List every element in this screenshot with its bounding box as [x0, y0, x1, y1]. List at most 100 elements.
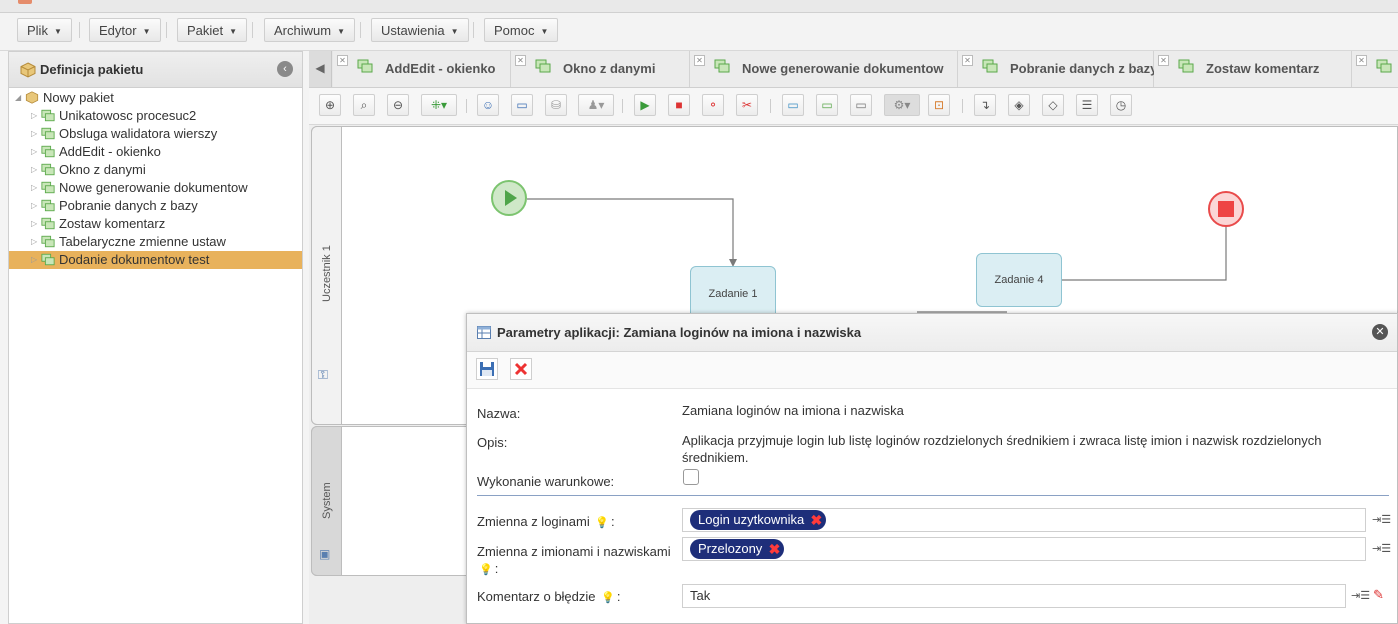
- close-icon[interactable]: ✕: [1372, 324, 1388, 340]
- logins-variable-field[interactable]: Login uzytkownika ✖: [682, 508, 1366, 532]
- close-tab-icon[interactable]: ✕: [694, 55, 705, 66]
- close-tab-icon[interactable]: ✕: [337, 55, 348, 66]
- name-label: Nazwa:: [477, 406, 521, 421]
- start-event-icon[interactable]: ▶: [634, 94, 656, 116]
- tree-item[interactable]: ▷ Obsluga walidatora wierszy: [9, 125, 302, 143]
- hint-bulb-icon[interactable]: 💡: [595, 516, 609, 529]
- tab-process[interactable]: ✕ Zostaw komentarz: [1154, 51, 1352, 87]
- tree-item[interactable]: ▷ AddEdit - okienko: [9, 143, 302, 161]
- tab-process[interactable]: ✕ Nowe generowanie dokumentow: [690, 51, 958, 87]
- tree-root[interactable]: ◢ Nowy pakiet: [9, 89, 302, 107]
- menu-pakiet[interactable]: Pakiet ▼: [177, 18, 248, 42]
- caret-down-icon: ▼: [450, 26, 459, 36]
- menu-archiwum[interactable]: Archiwum ▼: [264, 18, 355, 42]
- tree-item[interactable]: ▷ Okno z danymi: [9, 161, 302, 179]
- expand-arrow-icon[interactable]: ◢: [15, 89, 21, 107]
- end-event[interactable]: [1208, 191, 1244, 227]
- zoom-reset-icon[interactable]: ⌕: [353, 94, 375, 116]
- start-event[interactable]: [491, 180, 527, 216]
- hint-bulb-icon[interactable]: 💡: [479, 562, 493, 579]
- user-dropdown-icon[interactable]: ♟▾: [578, 94, 614, 116]
- expand-arrow-icon[interactable]: ▷: [31, 215, 37, 233]
- tab-scroll-left-icon[interactable]: ◀: [309, 51, 332, 87]
- tab-process[interactable]: ✕ AddEdit - okienko: [333, 51, 511, 87]
- expand-arrow-icon[interactable]: ▷: [31, 161, 37, 179]
- menu-plik[interactable]: Plik ▼: [17, 18, 72, 42]
- conditional-checkbox[interactable]: [683, 469, 699, 485]
- save-button[interactable]: [476, 358, 498, 380]
- error-comment-field[interactable]: Tak: [682, 584, 1346, 608]
- remove-chip-icon[interactable]: ✖: [811, 510, 823, 530]
- tree-item[interactable]: ▷ Zostaw komentarz: [9, 215, 302, 233]
- toolbar-separator: [962, 99, 963, 113]
- transition-icon[interactable]: ↴: [974, 94, 996, 116]
- expand-arrow-icon[interactable]: ▷: [31, 233, 37, 251]
- chip-label: Login uzytkownika: [698, 512, 805, 527]
- block-icon[interactable]: ⊡: [928, 94, 950, 116]
- gateway-xor-icon[interactable]: ◈: [1008, 94, 1030, 116]
- names-variable-label: Zmienna z imionami i nazwiskami 💡:: [477, 543, 677, 579]
- close-tab-icon[interactable]: ✕: [1356, 55, 1367, 66]
- expand-arrow-icon[interactable]: ▷: [31, 125, 37, 143]
- database-icon[interactable]: ⛁: [545, 94, 567, 116]
- close-tab-icon[interactable]: ✕: [515, 55, 526, 66]
- tab-process[interactable]: ✕ Pobranie danych z bazy: [958, 51, 1158, 87]
- names-variable-field[interactable]: Przelozony ✖: [682, 537, 1366, 561]
- tree-item[interactable]: ▷ Nowe generowanie dokumentow: [9, 179, 302, 197]
- zoom-out-icon[interactable]: ⊖: [387, 94, 409, 116]
- insert-variable-icon[interactable]: ⇥☰: [1372, 513, 1391, 526]
- clear-field-icon[interactable]: ✎: [1373, 587, 1384, 603]
- close-tab-icon[interactable]: ✕: [962, 55, 973, 66]
- system-icon[interactable]: ▭: [511, 94, 533, 116]
- expand-arrow-icon[interactable]: ▷: [31, 197, 37, 215]
- close-tab-icon[interactable]: ✕: [1158, 55, 1169, 66]
- tree-item-label: Okno z danymi: [59, 162, 146, 177]
- remove-chip-icon[interactable]: ✖: [769, 539, 781, 559]
- toolbar-separator: [622, 99, 623, 113]
- lane-header-system[interactable]: System ▣: [311, 426, 342, 576]
- process-icon: [714, 59, 730, 73]
- gateway-and-icon[interactable]: ◇: [1042, 94, 1064, 116]
- tree-item[interactable]: ▷ Pobranie danych z bazy: [9, 197, 302, 215]
- tab-process[interactable]: ✕Ta: [1352, 51, 1398, 87]
- subflow-icon[interactable]: ✂: [736, 94, 758, 116]
- conditional-label: Wykonanie warunkowe:: [477, 474, 615, 489]
- toolbar-separator: [770, 99, 771, 113]
- package-icon: [25, 91, 39, 104]
- end-event-icon[interactable]: ■: [668, 94, 690, 116]
- task-blue-icon[interactable]: ▭: [782, 94, 804, 116]
- variable-chip[interactable]: Login uzytkownika ✖: [690, 510, 827, 530]
- variable-chip[interactable]: Przelozony ✖: [690, 539, 785, 559]
- dialog-header: Parametry aplikacji: Zamiana loginów na …: [467, 314, 1397, 352]
- tree-item[interactable]: ▷ Unikatowosc procesuc2: [9, 107, 302, 125]
- tab-label: Pobranie danych z bazy: [1010, 61, 1158, 76]
- expand-arrow-icon[interactable]: ▷: [31, 179, 37, 197]
- timer-icon[interactable]: ◷: [1110, 94, 1132, 116]
- tree-item[interactable]: ▷ Tabelaryczne zmienne ustaw: [9, 233, 302, 251]
- expand-arrow-icon[interactable]: ▷: [31, 107, 37, 125]
- menu-ustawienia[interactable]: Ustawienia ▼: [371, 18, 469, 42]
- insert-variable-icon[interactable]: ⇥☰: [1351, 589, 1370, 602]
- tab-process[interactable]: ✕ Okno z danymi: [511, 51, 690, 87]
- participant-icon[interactable]: ☺: [477, 94, 499, 116]
- hint-bulb-icon[interactable]: 💡: [601, 591, 615, 604]
- list-icon[interactable]: ☰: [1076, 94, 1098, 116]
- task-node[interactable]: Zadanie 4: [976, 253, 1062, 307]
- settings-dropdown-icon[interactable]: ⚙▾: [884, 94, 920, 116]
- expand-arrow-icon[interactable]: ▷: [31, 251, 37, 269]
- menu-edytor[interactable]: Edytor ▼: [89, 18, 161, 42]
- expand-arrow-icon[interactable]: ▷: [31, 143, 37, 161]
- menu-pomoc[interactable]: Pomoc ▼: [484, 18, 559, 42]
- insert-variable-icon[interactable]: ⇥☰: [1372, 542, 1391, 555]
- task-green-icon[interactable]: ▭: [816, 94, 838, 116]
- cancel-button[interactable]: [510, 358, 532, 380]
- tree-item-label: Dodanie dokumentow test: [59, 252, 210, 267]
- fit-view-icon[interactable]: ⁜▾: [421, 94, 457, 116]
- task-gray-icon[interactable]: ▭: [850, 94, 872, 116]
- tree-item[interactable]: ▷ Dodanie dokumentow test: [9, 251, 302, 269]
- collapse-panel-icon[interactable]: ‹: [277, 61, 293, 77]
- route-icon[interactable]: ⚬: [702, 94, 724, 116]
- menu-label: Plik: [27, 23, 48, 38]
- process-icon: [41, 109, 55, 122]
- zoom-in-icon[interactable]: ⊕: [319, 94, 341, 116]
